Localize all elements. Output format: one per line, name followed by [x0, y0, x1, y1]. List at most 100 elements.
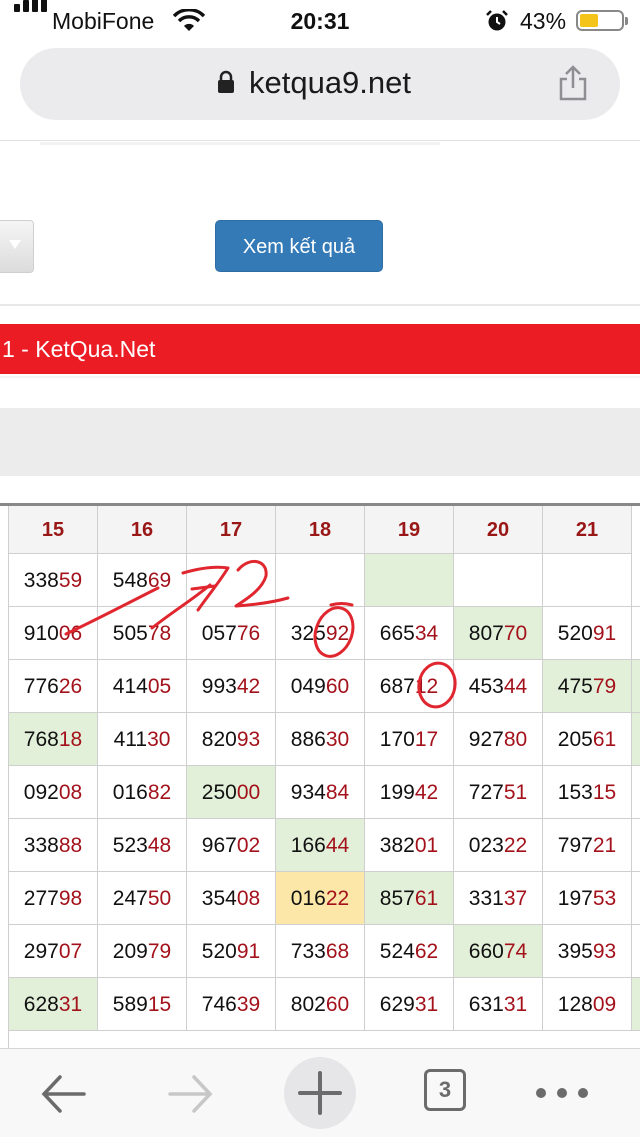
- number-suffix: 51: [503, 781, 528, 804]
- number-prefix: 660: [468, 940, 504, 963]
- result-cell: 62831: [9, 978, 98, 1031]
- result-cell: 66074: [454, 925, 543, 978]
- number-prefix: 049: [290, 675, 326, 698]
- number-suffix: 60: [325, 675, 350, 698]
- back-icon[interactable]: [36, 1049, 92, 1137]
- number-suffix: 92: [325, 622, 350, 645]
- number-prefix: 886: [290, 728, 326, 751]
- number-prefix: 128: [557, 993, 593, 1016]
- result-cell: 38201: [365, 819, 454, 872]
- table-row: 27798 24750 35408 01622 85761 33137 19753: [0, 872, 640, 925]
- share-icon[interactable]: [557, 64, 589, 102]
- number-prefix: 548: [112, 569, 148, 592]
- number-prefix: 687: [379, 675, 415, 698]
- number-prefix: 205: [557, 728, 593, 751]
- result-cell: 35408: [187, 872, 276, 925]
- number-prefix: 153: [557, 781, 593, 804]
- result-cell: [187, 554, 276, 607]
- status-bar: MobiFone 20:31 43%: [0, 0, 640, 42]
- number-suffix: 21: [592, 834, 617, 857]
- result-cell: 41405: [98, 660, 187, 713]
- column-header: 15: [9, 506, 98, 554]
- number-prefix: 802: [290, 993, 326, 1016]
- forward-icon[interactable]: [162, 1049, 218, 1137]
- number-suffix: 08: [236, 887, 261, 910]
- number-suffix: 12: [414, 675, 439, 698]
- number-prefix: 325: [290, 622, 326, 645]
- number-prefix: 520: [557, 622, 593, 645]
- result-cell: 04960: [276, 660, 365, 713]
- table-header: 15 16 17 18 19 20 21: [0, 506, 640, 554]
- number-suffix: 15: [592, 781, 617, 804]
- number-suffix: 31: [503, 993, 528, 1016]
- result-cell: 96702: [187, 819, 276, 872]
- results-table: 15 16 17 18 19 20 21 33859 54869 91006 50578 05776 3…: [0, 503, 640, 1051]
- result-cell: [276, 554, 365, 607]
- number-suffix: 91: [236, 940, 261, 963]
- number-prefix: 628: [23, 993, 59, 1016]
- view-results-button[interactable]: Xem kết quả: [215, 220, 383, 272]
- result-cell: 72751: [454, 766, 543, 819]
- number-suffix: 74: [503, 940, 528, 963]
- tabs-button[interactable]: 3: [422, 1049, 472, 1137]
- table-row: 62831 58915 74639 80260 62931 63131 12809: [0, 978, 640, 1031]
- result-cell: 52091: [187, 925, 276, 978]
- result-cell-partial: [632, 978, 640, 1031]
- column-header: 20: [454, 506, 543, 554]
- table-row: 76818 41130 82093 88630 17017 92780 20561: [0, 713, 640, 766]
- number-prefix: 629: [379, 993, 415, 1016]
- divider: [0, 304, 640, 306]
- number-suffix: 60: [325, 993, 350, 1016]
- number-prefix: 797: [557, 834, 593, 857]
- number-suffix: 42: [236, 675, 261, 698]
- number-prefix: 993: [201, 675, 237, 698]
- result-cell: 16644: [276, 819, 365, 872]
- result-cell-partial: [632, 713, 640, 766]
- result-cell: 17017: [365, 713, 454, 766]
- chevron-down-icon: [9, 240, 21, 249]
- result-cell: 77626: [9, 660, 98, 713]
- result-cell: 19753: [543, 872, 632, 925]
- result-cell-partial: [632, 554, 640, 607]
- table-row: 09208 01682 25000 93484 19942 72751 15315: [0, 766, 640, 819]
- table-row: 77626 41405 99342 04960 68712 45344 47579: [0, 660, 640, 713]
- number-suffix: 84: [325, 781, 350, 804]
- column-header: 17: [187, 506, 276, 554]
- column-header: 16: [98, 506, 187, 554]
- result-cell: 33137: [454, 872, 543, 925]
- result-cell: 12809: [543, 978, 632, 1031]
- number-suffix: 22: [503, 834, 528, 857]
- result-cell: 02322: [454, 819, 543, 872]
- number-prefix: 092: [23, 781, 59, 804]
- result-cell: 52091: [543, 607, 632, 660]
- number-suffix: 30: [325, 728, 350, 751]
- result-cell: [454, 554, 543, 607]
- url-text: ketqua9.net: [248, 65, 412, 100]
- number-suffix: 70: [503, 622, 528, 645]
- result-cell: 82093: [187, 713, 276, 766]
- number-prefix: 910: [23, 622, 59, 645]
- address-bar[interactable]: ketqua9.net: [20, 48, 620, 120]
- number-prefix: 166: [290, 834, 326, 857]
- result-cell: [365, 554, 454, 607]
- number-prefix: 395: [557, 940, 593, 963]
- number-prefix: 411: [113, 728, 148, 751]
- new-tab-icon[interactable]: [283, 1049, 357, 1137]
- more-icon[interactable]: [532, 1049, 592, 1137]
- result-cell: 74639: [187, 978, 276, 1031]
- date-select[interactable]: [0, 220, 34, 273]
- result-cell: 20561: [543, 713, 632, 766]
- number-suffix: 93: [236, 728, 261, 751]
- result-cell: 91006: [9, 607, 98, 660]
- result-cell: 73368: [276, 925, 365, 978]
- column-header: 18: [276, 506, 365, 554]
- result-cell-partial: [632, 872, 640, 925]
- battery-icon: [576, 10, 628, 31]
- number-prefix: 297: [23, 940, 59, 963]
- number-suffix: 26: [58, 675, 83, 698]
- number-suffix: 31: [58, 993, 83, 1016]
- result-cell: 19942: [365, 766, 454, 819]
- number-prefix: 016: [112, 781, 148, 804]
- result-cell: [543, 554, 632, 607]
- result-cell: 88630: [276, 713, 365, 766]
